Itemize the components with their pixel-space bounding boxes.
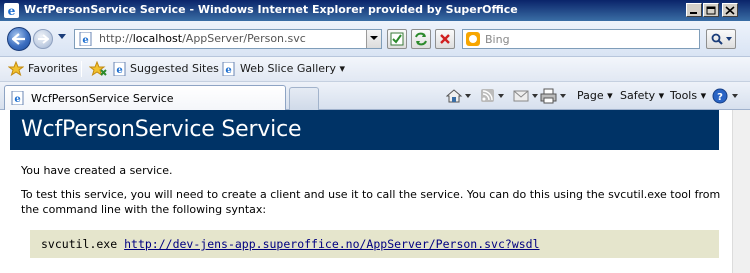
- refresh-icon: [415, 32, 427, 46]
- window-title: WcfPersonService Service - Windows Inter…: [24, 3, 518, 16]
- chevron-down-icon: [370, 36, 378, 40]
- feeds-icon[interactable]: [480, 88, 506, 104]
- search-placeholder: Bing: [485, 33, 510, 46]
- separator: [81, 61, 82, 77]
- tab-wcfpersonservice[interactable]: e WcfPersonService Service: [4, 85, 286, 110]
- forward-button[interactable]: [33, 29, 53, 49]
- arrow-left-icon: [12, 33, 25, 45]
- recent-pages-chevron-icon[interactable]: [58, 34, 66, 40]
- ie-page-icon: e: [79, 32, 92, 46]
- tab-label: WcfPersonService Service: [31, 92, 174, 105]
- arrow-right-icon: [38, 34, 49, 44]
- page-title: WcfPersonService Service: [21, 117, 302, 142]
- home-icon[interactable]: [446, 88, 472, 104]
- suggested-sites-button[interactable]: Suggested Sites ▾: [130, 62, 228, 75]
- instructions-text: To test this service, you will need to c…: [21, 188, 721, 216]
- svg-text:?: ?: [717, 92, 723, 103]
- vertical-scrollbar[interactable]: [732, 110, 750, 273]
- stop-icon: [440, 34, 450, 44]
- address-dropdown-button[interactable]: [366, 30, 381, 48]
- back-button[interactable]: [7, 27, 31, 51]
- help-icon[interactable]: ?: [712, 88, 740, 104]
- new-tab-button[interactable]: [289, 87, 319, 110]
- add-to-favorites-icon[interactable]: [89, 61, 107, 77]
- intro-text: You have created a service.: [21, 164, 173, 177]
- compatibility-view-icon: [390, 32, 404, 46]
- address-toolbar: e http://localhost/AppServer/Person.svc …: [0, 21, 750, 57]
- read-mail-icon[interactable]: [513, 88, 539, 104]
- stop-button[interactable]: [435, 29, 455, 49]
- bing-icon: [466, 32, 480, 46]
- url-text: http://localhost/AppServer/Person.svc: [99, 32, 306, 45]
- web-slice-gallery-button[interactable]: Web Slice Gallery ▾: [240, 62, 345, 75]
- address-field[interactable]: e http://localhost/AppServer/Person.svc: [74, 29, 382, 49]
- search-field[interactable]: Bing: [462, 29, 700, 49]
- svg-text:e: e: [8, 4, 16, 18]
- svg-text:e: e: [225, 65, 231, 76]
- search-button[interactable]: [706, 29, 736, 49]
- internet-explorer-icon: e: [4, 3, 19, 18]
- page-menu[interactable]: Page ▾: [577, 89, 613, 102]
- close-icon: [725, 6, 735, 15]
- minimize-button[interactable]: [686, 3, 702, 17]
- favorites-star-icon: [8, 61, 24, 77]
- favorites-bar: Favorites e Suggested Sites ▾ e Web Slic…: [0, 57, 750, 82]
- command-example-box: svcutil.exe http://dev-jens-app.superoff…: [30, 230, 719, 258]
- minimize-icon: [690, 12, 697, 14]
- ie-page-icon: e: [11, 91, 24, 105]
- wsdl-link[interactable]: http://dev-jens-app.superoffice.no/AppSe…: [124, 237, 539, 251]
- svcutil-command: svcutil.exe: [41, 237, 118, 251]
- tab-and-command-bar: e WcfPersonService Service Page ▾ Safety…: [0, 82, 750, 110]
- tools-menu[interactable]: Tools ▾: [670, 89, 706, 102]
- ie-page-icon: e: [113, 62, 126, 76]
- safety-menu[interactable]: Safety ▾: [620, 89, 664, 102]
- refresh-button[interactable]: [411, 29, 431, 49]
- page-heading-bar: WcfPersonService Service: [10, 110, 719, 150]
- maximize-icon: [706, 6, 716, 15]
- close-button[interactable]: [722, 3, 738, 17]
- compatibility-view-button[interactable]: [387, 29, 407, 49]
- search-icon: [711, 33, 732, 45]
- maximize-button[interactable]: [703, 3, 719, 17]
- svg-text:e: e: [116, 65, 122, 76]
- print-icon[interactable]: [540, 88, 568, 104]
- page-content: WcfPersonService Service You have create…: [0, 110, 750, 273]
- favorites-button[interactable]: Favorites: [28, 62, 78, 75]
- title-bar: e WcfPersonService Service - Windows Int…: [0, 0, 750, 21]
- command-line: svcutil.exe http://dev-jens-app.superoff…: [41, 237, 540, 251]
- ie-page-icon: e: [222, 62, 235, 76]
- svg-text:e: e: [14, 94, 20, 105]
- svg-text:e: e: [82, 35, 88, 46]
